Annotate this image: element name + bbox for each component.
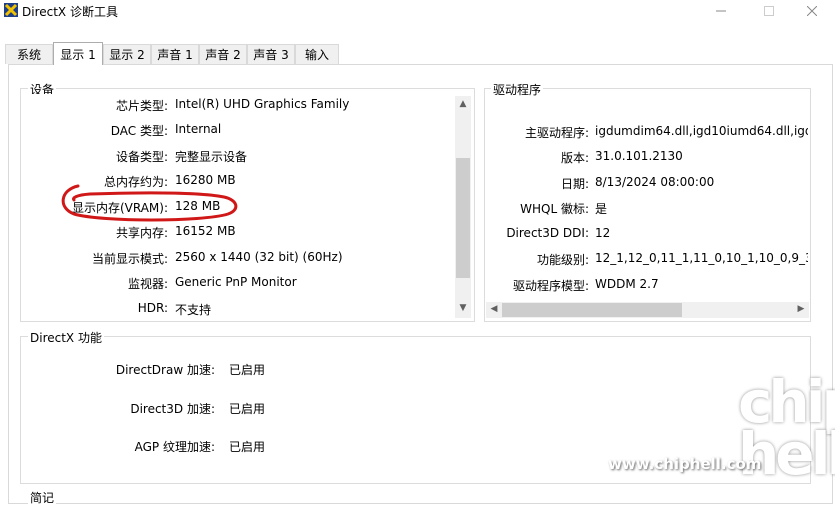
driver-model-label: 驱动程序模型: (512, 279, 589, 293)
directdraw-value: 已启用 (229, 363, 266, 377)
dac-type-label: DAC 类型: (110, 124, 168, 138)
tab-label: 显示 1 (60, 47, 96, 62)
directx-features-title: DirectX 功能 (28, 329, 104, 346)
watermark-url: www.chiphell.com (608, 455, 762, 473)
tab-display-1[interactable]: 显示 1 (53, 42, 103, 65)
driver-group-title: 驱动程序 (491, 81, 544, 98)
minimize-icon (716, 10, 726, 12)
whql-value: 是 (595, 202, 608, 216)
window-title: DirectX 诊断工具 (22, 5, 118, 19)
tab-label: 显示 2 (109, 48, 145, 62)
hdr-label: HDR: (137, 301, 168, 315)
red-circle-annotation (61, 184, 238, 222)
scroll-down-icon[interactable]: ▼ (455, 303, 471, 313)
tab-system[interactable]: 系统 (5, 44, 53, 64)
tab-sound-2[interactable]: 声音 2 (199, 44, 247, 64)
hdr-value: 不支持 (175, 303, 212, 317)
monitor-value: Generic PnP Monitor (175, 275, 297, 289)
tab-sound-3[interactable]: 声音 3 (247, 44, 295, 64)
direct3d-value: 已启用 (229, 402, 266, 416)
whql-label: WHQL 徽标: (520, 202, 589, 216)
d3d-ddi-value: 12 (595, 226, 611, 240)
device-type-label: 设备类型: (115, 150, 168, 164)
tab-label: 输入 (304, 48, 329, 62)
d3d-ddi-label: Direct3D DDI: (506, 226, 589, 240)
shared-memory-value: 16152 MB (175, 224, 236, 238)
close-icon (807, 6, 817, 16)
maximize-icon (764, 6, 774, 16)
scrollbar-thumb[interactable] (502, 303, 682, 317)
feature-level-label: 功能级别: (536, 253, 589, 267)
scroll-left-icon[interactable]: ◀ (486, 304, 502, 314)
chip-type-label: 芯片类型: (115, 99, 168, 113)
feature-level-value: 12_1,12_0,11_1,11_0,10_1,10_0,9_3,9_2 (595, 251, 808, 265)
date-value: 8/13/2024 08:00:00 (595, 175, 715, 189)
agp-texture-label: AGP 纹理加速: (134, 440, 215, 454)
tab-label: 声音 2 (205, 48, 241, 62)
device-type-value: 完整显示设备 (175, 150, 248, 164)
directdraw-label: DirectDraw 加速: (115, 363, 215, 377)
direct3d-label: Direct3D 加速: (130, 402, 215, 416)
version-value: 31.0.101.2130 (595, 149, 683, 163)
driver-model-value: WDDM 2.7 (595, 277, 659, 291)
device-vertical-scrollbar[interactable]: ▲ ▼ (455, 96, 471, 318)
main-driver-value: igdumdim64.dll,igd10iumd64.dll,igd1 (595, 124, 808, 138)
display-mode-value: 2560 x 1440 (32 bit) (60Hz) (175, 250, 343, 264)
display-mode-label: 当前显示模式: (91, 252, 168, 266)
directx-app-icon (4, 3, 18, 17)
tab-label: 声音 3 (253, 48, 289, 62)
scrollbar-thumb[interactable] (456, 158, 470, 278)
driver-horizontal-scrollbar[interactable]: ◀ ▶ (486, 302, 809, 318)
version-label: 版本: (560, 151, 589, 165)
main-driver-label: 主驱动程序: (524, 126, 589, 140)
minimize-button[interactable] (698, 0, 744, 22)
tab-sound-1[interactable]: 声音 1 (151, 44, 199, 64)
tab-label: 系统 (16, 48, 41, 62)
date-label: 日期: (560, 177, 589, 191)
tab-label: 声音 1 (157, 48, 193, 62)
shared-memory-label: 共享内存: (115, 226, 168, 240)
chip-type-value: Intel(R) UHD Graphics Family (175, 97, 350, 111)
close-button[interactable] (789, 0, 835, 22)
title-bar: DirectX 诊断工具 (0, 0, 835, 22)
maximize-button[interactable] (746, 0, 792, 22)
dac-type-value: Internal (175, 122, 222, 136)
monitor-label: 监视器: (127, 277, 168, 291)
scroll-right-icon[interactable]: ▶ (793, 304, 809, 314)
tab-display-2[interactable]: 显示 2 (103, 44, 151, 64)
tab-input[interactable]: 输入 (295, 44, 339, 64)
scroll-up-icon[interactable]: ▲ (455, 99, 471, 109)
agp-texture-value: 已启用 (229, 440, 266, 454)
